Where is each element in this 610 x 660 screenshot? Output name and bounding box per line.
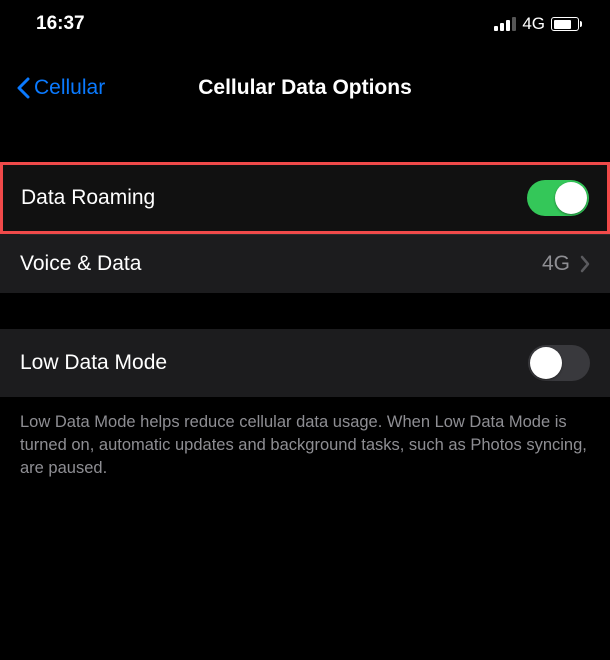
- voice-data-value: 4G: [542, 252, 570, 276]
- network-type-label: 4G: [522, 14, 545, 34]
- low-data-mode-toggle[interactable]: [528, 345, 590, 381]
- nav-bar: Cellular Cellular Data Options: [0, 48, 610, 122]
- data-roaming-label: Data Roaming: [21, 186, 155, 210]
- settings-group-1: Data Roaming Voice & Data 4G: [0, 162, 610, 293]
- voice-data-row[interactable]: Voice & Data 4G: [0, 235, 610, 293]
- data-roaming-toggle[interactable]: [527, 180, 589, 216]
- low-data-mode-description: Low Data Mode helps reduce cellular data…: [0, 397, 610, 480]
- status-time: 16:37: [36, 13, 85, 35]
- voice-data-label: Voice & Data: [20, 252, 141, 276]
- data-roaming-row[interactable]: Data Roaming: [0, 162, 610, 234]
- back-label: Cellular: [34, 76, 105, 100]
- chevron-left-icon: [16, 77, 30, 99]
- low-data-mode-label: Low Data Mode: [20, 351, 167, 375]
- signal-icon: [494, 17, 516, 31]
- settings-group-2: Low Data Mode: [0, 329, 610, 397]
- status-right: 4G: [494, 14, 582, 34]
- low-data-mode-row[interactable]: Low Data Mode: [0, 329, 610, 397]
- back-button[interactable]: Cellular: [16, 76, 105, 100]
- chevron-right-icon: [580, 255, 590, 273]
- battery-icon: [551, 17, 582, 31]
- status-bar: 16:37 4G: [0, 0, 610, 48]
- page-title: Cellular Data Options: [198, 76, 412, 100]
